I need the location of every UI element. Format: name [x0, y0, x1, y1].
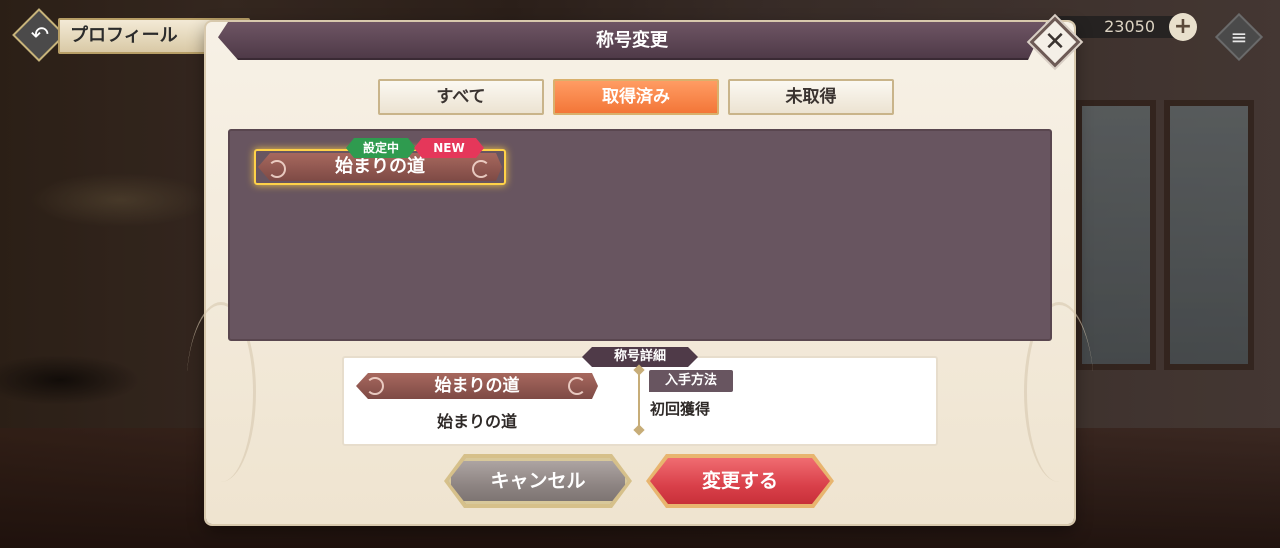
hamburger-menu-icon: ≡: [1230, 25, 1248, 49]
close-icon: ✕: [1044, 27, 1066, 57]
tab-unacquired[interactable]: 未取得: [728, 79, 894, 115]
new-badge: NEW: [414, 138, 484, 158]
detail-title-name: 始まりの道: [436, 412, 517, 431]
close-button[interactable]: ✕: [1029, 16, 1081, 68]
acquisition-method-label: 入手方法: [649, 370, 733, 392]
equipped-badge: 設定中: [346, 138, 416, 158]
detail-divider: [638, 370, 640, 432]
back-arrow-icon: ↶: [30, 23, 50, 48]
plus-icon[interactable]: +: [1169, 13, 1197, 41]
title-detail-header: 称号詳細: [582, 347, 698, 367]
acquisition-method-value: 初回獲得: [650, 400, 711, 418]
tab-all[interactable]: すべて: [378, 79, 544, 115]
confirm-change-button[interactable]: 変更する: [650, 458, 830, 504]
tab-acquired[interactable]: 取得済み: [553, 79, 719, 115]
cancel-button[interactable]: キャンセル: [448, 458, 628, 504]
modal-title: 称号変更: [596, 30, 668, 51]
title-change-modal: 称号変更 ✕ すべて 取得済み 未取得 始まりの道 設定中 NEW 称号詳細 始…: [186, 16, 1094, 524]
detail-title-chip-label: 始まりの道: [434, 376, 520, 396]
